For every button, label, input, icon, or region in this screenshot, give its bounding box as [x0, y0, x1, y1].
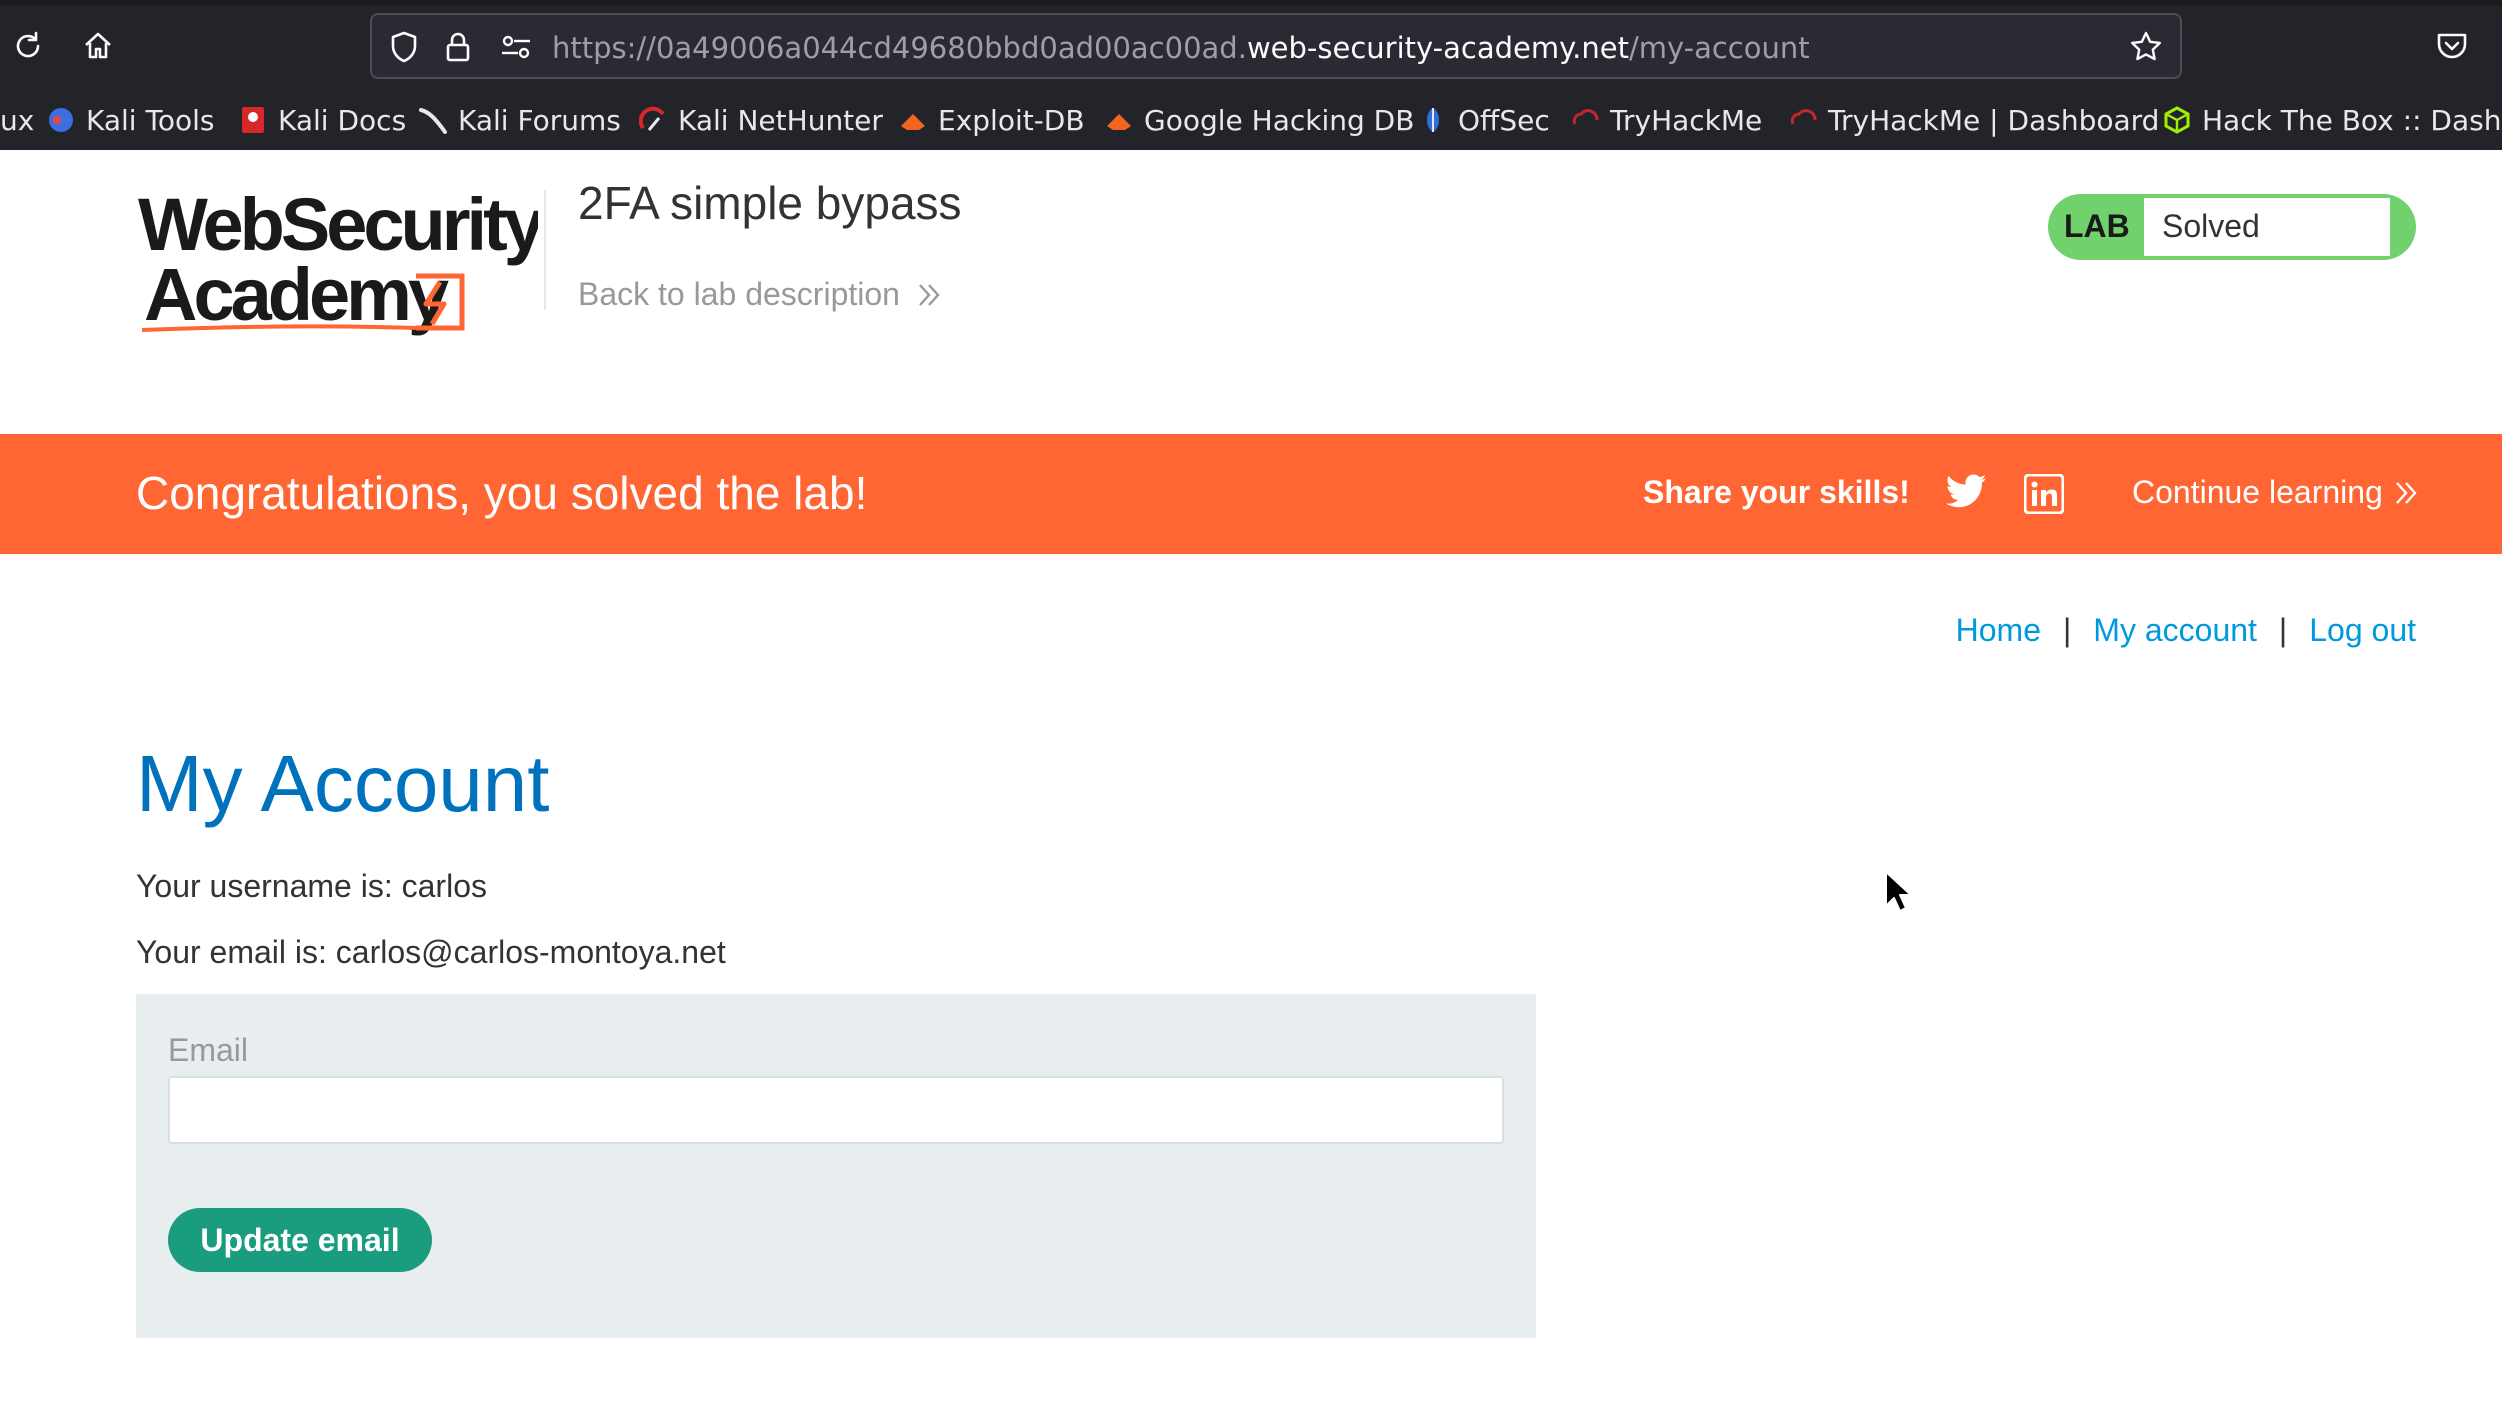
- nav-my-account-link[interactable]: My account: [2093, 612, 2257, 649]
- tryhackme-icon: [1788, 105, 1818, 135]
- offsec-icon: [1418, 105, 1448, 135]
- mouse-cursor-icon: [1884, 870, 1914, 914]
- lab-title: 2FA simple bypass: [578, 177, 962, 229]
- back-link-label: Back to lab description: [578, 276, 900, 312]
- bookmark-star-icon[interactable]: [2126, 27, 2166, 67]
- account-nav: Home | My account | Log out: [1956, 612, 2416, 649]
- bookmarks-bar: ux Kali Tools Kali Docs Kali Forums Kali…: [0, 92, 2502, 146]
- home-icon[interactable]: [78, 26, 118, 66]
- bookmark-label: Kali Tools: [86, 103, 215, 137]
- bookmark-label: Exploit-DB: [938, 103, 1085, 137]
- logo-line-2: Academy: [144, 253, 449, 336]
- exploit-db-icon: [898, 105, 928, 135]
- bookmark-item[interactable]: TryHackMe: [1570, 100, 1762, 140]
- back-to-lab-description-link[interactable]: Back to lab description: [578, 276, 942, 313]
- bookmark-label: Kali Docs: [278, 103, 407, 137]
- lock-icon[interactable]: [438, 27, 478, 67]
- lab-status-widget: LAB Solved: [2048, 194, 2416, 260]
- lab-badge: LAB: [2064, 208, 2130, 244]
- bookmark-item[interactable]: OffSec: [1418, 100, 1550, 140]
- nethunter-icon: [638, 105, 668, 135]
- kali-forums-icon: [418, 105, 448, 135]
- linkedin-icon[interactable]: [2023, 473, 2065, 515]
- bookmark-label: Kali Forums: [458, 103, 621, 137]
- bookmark-label: Google Hacking DB: [1144, 103, 1415, 137]
- bookmark-label: Hack The Box :: Dashb...: [2202, 103, 2502, 137]
- twitter-icon[interactable]: [1944, 470, 1988, 514]
- username-text: Your username is: carlos: [136, 868, 487, 904]
- hackthebox-icon: [2162, 105, 2192, 135]
- bookmark-item[interactable]: Exploit-DB: [898, 100, 1085, 140]
- share-skills-label: Share your skills!: [1643, 474, 1910, 510]
- bookmark-label: OffSec: [1458, 103, 1550, 137]
- email-field-label: Email: [168, 1032, 249, 1068]
- email-text: Your email is: carlos@carlos-montoya.net: [136, 934, 726, 970]
- permissions-icon[interactable]: [496, 27, 536, 67]
- bookmark-item[interactable]: TryHackMe | Dashboard: [1788, 100, 2159, 140]
- email-input[interactable]: [168, 1076, 1504, 1144]
- nav-separator: |: [2062, 612, 2072, 648]
- bookmark-item[interactable]: Kali NetHunter: [638, 100, 883, 140]
- url-domain: web-security-academy.net: [1246, 31, 1629, 65]
- update-email-button[interactable]: Update email: [168, 1208, 432, 1272]
- lab-status-text: Solved: [2162, 208, 2260, 244]
- ghdb-icon: [1104, 105, 1134, 135]
- bookmark-label: ux: [0, 103, 35, 137]
- double-chevron-right-icon: [916, 282, 942, 308]
- browser-chrome: https://0a49006a044cd49680bbd0ad00ac00ad…: [0, 0, 2502, 150]
- url-prefix: https://0a49006a044cd49680bbd0ad00ac00ad…: [552, 31, 1247, 65]
- bookmark-label: Kali NetHunter: [678, 103, 883, 137]
- double-chevron-right-icon: [2393, 480, 2419, 506]
- bookmark-item[interactable]: Google Hacking DB: [1104, 100, 1414, 140]
- url-path: /my-account: [1628, 31, 1810, 65]
- bookmark-item[interactable]: ux: [0, 100, 34, 140]
- pocket-icon[interactable]: [2432, 26, 2472, 66]
- page-title: My Account: [136, 739, 550, 828]
- web-security-academy-logo[interactable]: WebSecurity Academy: [138, 183, 549, 338]
- bookmark-item[interactable]: Hack The Box :: Dashb...: [2162, 100, 2502, 140]
- kali-docs-icon: [238, 105, 268, 135]
- continue-learning-link[interactable]: Continue learning: [2132, 474, 2419, 511]
- nav-home-link[interactable]: Home: [1956, 612, 2041, 649]
- logo-divider: [544, 190, 546, 310]
- bookmark-item[interactable]: Kali Forums: [418, 100, 621, 140]
- shield-icon[interactable]: [384, 27, 424, 67]
- tryhackme-icon: [1570, 105, 1600, 135]
- bookmark-label: TryHackMe | Dashboard: [1828, 103, 2160, 137]
- url-text[interactable]: https://0a49006a044cd49680bbd0ad00ac00ad…: [552, 31, 1810, 65]
- reload-icon[interactable]: [8, 26, 48, 66]
- lab-solved-banner: Congratulations, you solved the lab! Sha…: [0, 434, 2502, 554]
- congratulations-text: Congratulations, you solved the lab!: [136, 467, 868, 519]
- nav-separator: |: [2278, 612, 2288, 648]
- bookmark-item[interactable]: Kali Docs: [238, 100, 406, 140]
- bookmark-item[interactable]: Kali Tools: [46, 100, 214, 140]
- continue-learning-label: Continue learning: [2132, 474, 2383, 510]
- page-content: WebSecurity Academy 2FA simple bypass Ba…: [0, 150, 2502, 1426]
- nav-log-out-link[interactable]: Log out: [2309, 612, 2416, 649]
- bookmark-label: TryHackMe: [1610, 103, 1763, 137]
- change-email-form: Email Update email: [136, 994, 1536, 1338]
- kali-tools-icon: [46, 105, 76, 135]
- url-bar[interactable]: https://0a49006a044cd49680bbd0ad00ac00ad…: [370, 13, 2182, 79]
- chrome-top-line: [0, 0, 2502, 6]
